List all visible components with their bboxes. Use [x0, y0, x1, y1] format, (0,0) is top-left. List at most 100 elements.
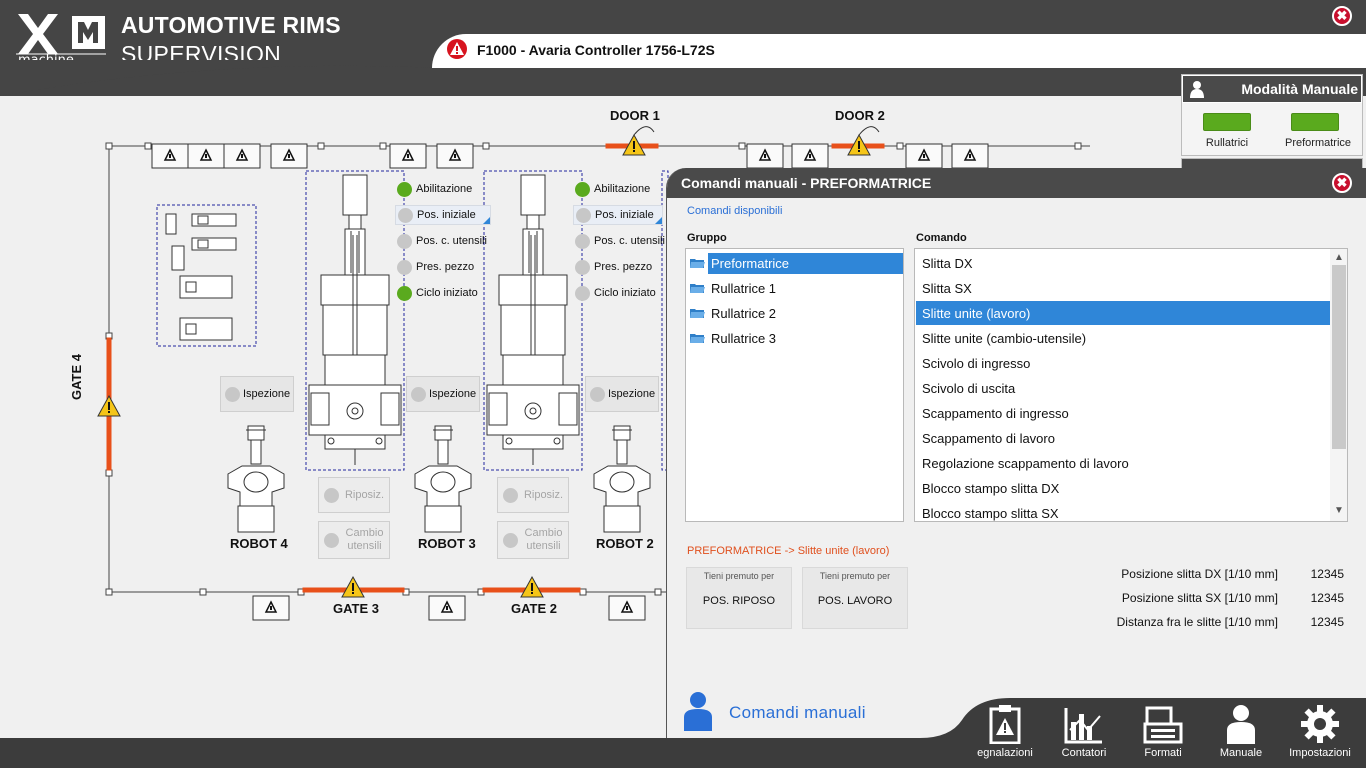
inspection-button-robot-3[interactable]: Ispezione [406, 376, 480, 412]
inspection-button-robot-2[interactable]: Ispezione [585, 376, 659, 412]
nav-segnalazioni[interactable]: egnalazioni [970, 702, 1040, 759]
commands-available-label: Comandi disponibili [687, 205, 783, 217]
command-item[interactable]: Slitte unite (lavoro) [916, 301, 1330, 325]
status-led-icon [323, 487, 339, 503]
door-1-label: DOOR 1 [610, 108, 660, 123]
counters-chart-icon [1064, 708, 1102, 744]
robot-4-label: ROBOT 4 [230, 536, 288, 551]
command-item[interactable]: Regolazione scappamento di lavoro [916, 451, 1330, 475]
reposition-button[interactable]: Riposiz. [318, 477, 390, 513]
command-item[interactable]: Slitte unite (cambio-utensile) [916, 326, 1330, 350]
status-led-icon [398, 207, 413, 223]
scroll-down-icon[interactable]: ▼ [1334, 505, 1344, 516]
nav-formati[interactable]: Formati [1128, 702, 1198, 759]
status-led-icon [575, 233, 590, 249]
nav-impostazioni[interactable]: Impostazioni [1285, 702, 1355, 759]
door-2-label: DOOR 2 [835, 108, 885, 123]
status-led-icon [590, 386, 605, 402]
group-list: Preformatrice Rullatrice 1 Rullatrice 2 Rul… [685, 248, 904, 522]
signal-pres-pezzo: Pres. pezzo [575, 257, 652, 277]
header-curve [0, 60, 432, 96]
folder-icon [690, 283, 705, 293]
alarm-message: F1000 - Avaria Controller 1756-L72S [477, 42, 715, 58]
close-dialog-button[interactable]: ✖ [1332, 173, 1352, 193]
selection-path: PREFORMATRICE -> Slitte unite (lavoro) [687, 545, 890, 557]
folder-icon [690, 308, 705, 318]
command-item[interactable]: Blocco stampo slitta DX [916, 476, 1330, 500]
status-led-icon [411, 386, 426, 402]
group-item[interactable]: Preformatrice [690, 251, 903, 275]
tool-change-button[interactable]: Cambio utensili [497, 521, 569, 559]
reposition-button[interactable]: Riposiz. [497, 477, 569, 513]
signal-pos-cambio-utensili: Pos. c. utensili [575, 231, 665, 251]
mode-led-icon [1203, 113, 1251, 131]
operator-icon [1190, 81, 1204, 98]
hold-work-position-button[interactable]: Tieni premuto per POS. LAVORO [802, 567, 908, 629]
measure-label: Distanza fra le slitte [1/10 mm] [1116, 615, 1278, 629]
gate-4-label: GATE 4 [69, 354, 84, 400]
status-led-icon [502, 487, 518, 503]
signal-pos-cambio-utensili: Pos. c. utensili [397, 231, 487, 251]
gate-3-label: GATE 3 [333, 601, 379, 616]
group-item[interactable]: Rullatrice 3 [690, 326, 903, 350]
measure-value: 12345 [1310, 591, 1344, 605]
signal-pos-iniziale[interactable]: Pos. iniziale [395, 205, 491, 225]
command-item[interactable]: Scivolo di ingresso [916, 351, 1330, 375]
gate-2-label: GATE 2 [511, 601, 557, 616]
scrollbar-thumb[interactable] [1332, 265, 1346, 449]
command-item[interactable]: Blocco stampo slitta SX [916, 501, 1330, 521]
folder-icon [690, 258, 705, 268]
mode-led-icon [1291, 113, 1339, 131]
xm-logo-icon: machine [16, 14, 106, 66]
command-item[interactable]: Slitta DX [916, 251, 1330, 275]
signal-ciclo-iniziato: Ciclo iniziato [397, 283, 478, 303]
gear-icon [1301, 705, 1339, 743]
scroll-up-icon[interactable]: ▲ [1334, 252, 1344, 263]
nav-contatori[interactable]: Contatori [1049, 702, 1119, 759]
manual-commands-dialog: Comandi manuali - PREFORMATRICE ✖ Comand… [666, 168, 1366, 740]
mode-rullatrici[interactable]: Rullatrici [1197, 113, 1257, 149]
folder-icon [690, 333, 705, 343]
command-item[interactable]: Scivolo di uscita [916, 376, 1330, 400]
command-item[interactable]: Scappamento di ingresso [916, 401, 1330, 425]
command-item[interactable]: Scappamento di lavoro [916, 426, 1330, 450]
inspection-button-robot-4[interactable]: Ispezione [220, 376, 294, 412]
robot-3-label: ROBOT 3 [418, 536, 476, 551]
tool-change-button[interactable]: Cambio utensili [318, 521, 390, 559]
command-list-scrollbar[interactable]: ▲ ▼ [1330, 249, 1347, 521]
manual-operator-icon [1227, 705, 1255, 744]
status-led-icon [502, 532, 518, 548]
hold-rest-position-button[interactable]: Tieni premuto per POS. RIPOSO [686, 567, 792, 629]
group-item[interactable]: Rullatrice 2 [690, 301, 903, 325]
status-led-icon [323, 532, 339, 548]
status-led-icon [397, 233, 412, 249]
signal-pres-pezzo: Pres. pezzo [397, 257, 474, 277]
command-list: ▲ ▼ Slitta DX Slitta SX Slitte unite (lavo… [914, 248, 1348, 522]
status-led-icon [575, 181, 590, 197]
measure-value: 12345 [1310, 615, 1344, 629]
nav-manuale[interactable]: Manuale [1206, 702, 1276, 759]
dialog-title: Comandi manuali - PREFORMATRICE [667, 168, 1366, 198]
group-column-header: Gruppo [687, 232, 727, 244]
formats-icon [1143, 706, 1183, 744]
status-led-icon [576, 207, 591, 223]
robot-2-label: ROBOT 2 [596, 536, 654, 551]
status-led-icon [397, 285, 412, 301]
close-app-button[interactable]: ✖ [1332, 6, 1352, 26]
command-item[interactable]: Slitta SX [916, 276, 1330, 300]
measure-label: Posizione slitta SX [1/10 mm] [1121, 591, 1278, 605]
status-led-icon [397, 181, 412, 197]
measure-value: 12345 [1310, 567, 1344, 581]
app-title: AUTOMOTIVE RIMS [121, 12, 341, 38]
signal-abilitazione: Abilitazione [575, 179, 650, 199]
mode-preformatrice[interactable]: Preformatrice [1285, 113, 1351, 149]
alerts-clipboard-icon [989, 705, 1021, 744]
signal-pos-iniziale[interactable]: Pos. iniziale [573, 205, 663, 225]
status-led-icon [225, 386, 240, 402]
status-led-icon [575, 259, 590, 275]
manual-mode-panel: Modalità Manuale Rullatrici Preformatric… [1181, 74, 1363, 156]
group-item[interactable]: Rullatrice 1 [690, 276, 903, 300]
measure-label: Posizione slitta DX [1/10 mm] [1121, 567, 1278, 581]
signal-abilitazione: Abilitazione [397, 179, 472, 199]
command-column-header: Comando [916, 232, 967, 244]
